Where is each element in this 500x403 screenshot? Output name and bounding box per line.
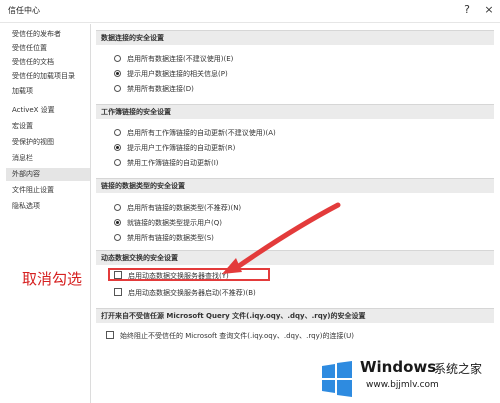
watermark-brand: Windows: [360, 358, 437, 376]
watermark: Windows 系统之家 www.bjjmlv.com: [316, 356, 500, 403]
annotation-arrow: [222, 202, 341, 274]
windows-logo-icon: [322, 361, 352, 397]
watermark-brand-cn: 系统之家: [434, 362, 483, 376]
watermark-url: www.bjjmlv.com: [366, 380, 439, 390]
